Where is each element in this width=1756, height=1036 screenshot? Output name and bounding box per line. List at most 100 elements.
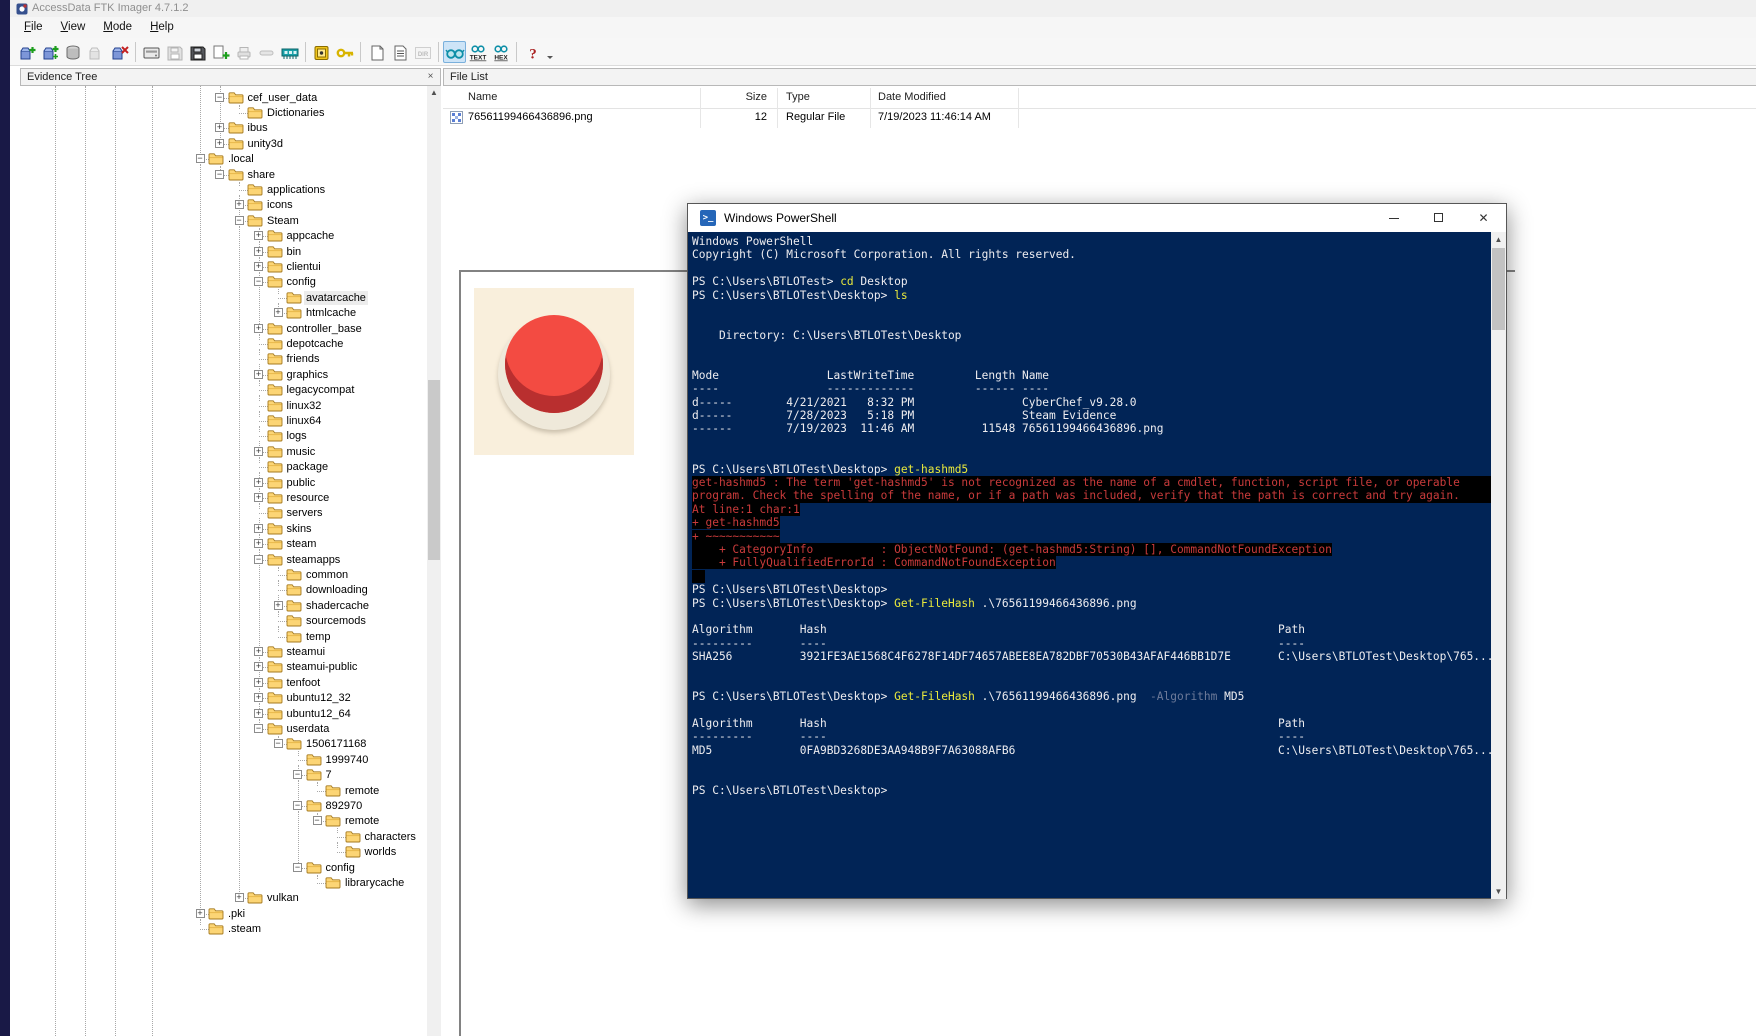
toolbar-button-create-disk-image[interactable] — [140, 41, 163, 63]
toolbar-button-auto-mode[interactable] — [443, 41, 466, 63]
tree-item-label[interactable]: ibus — [246, 121, 270, 135]
tree-item-label[interactable]: 1999740 — [324, 753, 371, 767]
collapse-icon[interactable]: − — [273, 739, 283, 749]
column-header-date-modified[interactable]: Date Modified — [878, 91, 946, 103]
toolbar-button-properties[interactable] — [388, 41, 411, 63]
terminal[interactable]: Windows PowerShell Copyright (C) Microsof… — [688, 232, 1491, 899]
scroll-down-button[interactable]: ▼ — [1491, 884, 1506, 899]
tree-item-label[interactable]: ubuntu12_32 — [285, 691, 353, 705]
tree-item-label[interactable]: config — [285, 275, 318, 289]
tree-item-label[interactable]: temp — [304, 630, 332, 644]
tree-item-label[interactable]: avatarcache — [304, 290, 368, 305]
toolbar-button-image-mounting[interactable] — [62, 41, 85, 63]
expand-icon[interactable]: + — [254, 446, 263, 456]
toolbar-button-capture-memory[interactable] — [278, 41, 301, 63]
expand-icon[interactable]: + — [234, 200, 244, 210]
close-panel-button[interactable]: × — [424, 70, 437, 83]
tree-item-label[interactable]: friends — [285, 352, 322, 366]
menu-item-file[interactable]: File — [15, 18, 52, 39]
toolbar-button-export-disk-image[interactable] — [186, 41, 209, 63]
tree-item-label[interactable]: public — [285, 476, 318, 490]
menu-item-mode[interactable]: Mode — [94, 18, 141, 39]
tree-item-label[interactable]: package — [285, 460, 331, 474]
tree-item-label[interactable]: icons — [265, 198, 295, 212]
expand-icon[interactable]: + — [215, 123, 224, 133]
toolbar-button-detect-encryption[interactable] — [333, 41, 356, 63]
toolbar-button-add-to-custom-content-image[interactable] — [209, 41, 232, 63]
tree-item-label[interactable]: music — [285, 445, 318, 459]
expand-icon[interactable]: + — [195, 908, 205, 918]
tree-item-label[interactable]: controller_base — [285, 322, 364, 336]
minimize-button[interactable] — [1371, 204, 1416, 232]
tree-item-label[interactable]: downloading — [304, 583, 370, 597]
tree-item-label[interactable]: depotcache — [285, 337, 346, 351]
evidence-tree-scrollbar[interactable]: ▲ — [427, 86, 441, 1036]
scroll-up-button[interactable]: ▲ — [427, 86, 441, 100]
collapse-icon[interactable]: − — [254, 554, 263, 564]
tree-item-label[interactable]: .steam — [226, 922, 263, 936]
scrollbar-thumb[interactable] — [1492, 248, 1505, 330]
tree-item-label[interactable]: appcache — [285, 229, 337, 243]
collapse-icon[interactable]: − — [293, 770, 302, 780]
close-button[interactable]: ✕ — [1461, 204, 1506, 232]
toolbar-button-remove-evidence-item[interactable] — [108, 41, 131, 63]
expand-icon[interactable]: + — [254, 523, 263, 533]
expand-icon[interactable]: + — [254, 477, 263, 487]
tree-item-label[interactable]: sourcemods — [304, 614, 368, 628]
tree-item-label[interactable]: config — [324, 861, 357, 875]
collapse-icon[interactable]: − — [293, 800, 302, 810]
collapse-icon[interactable]: − — [254, 723, 263, 733]
toolbar-button-text-mode[interactable]: TEXT — [466, 41, 489, 63]
ftk-title-bar[interactable]: AccessData FTK Imager 4.7.1.2 — [10, 0, 1756, 17]
toolbar-button-add-evidence-item[interactable] — [16, 41, 39, 63]
tree-item-label[interactable]: bin — [285, 245, 304, 259]
collapse-icon[interactable]: − — [215, 92, 224, 102]
menu-item-view[interactable]: View — [52, 18, 95, 39]
column-header-type[interactable]: Type — [786, 91, 810, 103]
tree-item-label[interactable]: steamapps — [285, 553, 343, 567]
tree-item-label[interactable]: tenfoot — [285, 676, 323, 690]
toolbar-overflow-arrow[interactable] — [544, 41, 567, 63]
ps-title-bar[interactable]: >_ Windows PowerShell ✕ — [688, 204, 1506, 232]
expand-icon[interactable]: + — [254, 246, 263, 256]
tree-item-label[interactable]: userdata — [285, 722, 332, 736]
file-list-row[interactable]: 76561199466436896.png 12 Regular File 7/19/… — [443, 110, 1756, 127]
tree-item-label[interactable]: shadercache — [304, 599, 371, 613]
tree-item-label[interactable]: Dictionaries — [265, 106, 326, 120]
tree-item-label[interactable]: applications — [265, 183, 327, 197]
tree-item-label[interactable]: 7 — [324, 768, 334, 782]
toolbar-button-hex-mode[interactable]: HEX — [489, 41, 512, 63]
maximize-button[interactable] — [1416, 204, 1461, 232]
toolbar-button-help[interactable]: ? — [521, 41, 544, 63]
tree-item-label[interactable]: .local — [226, 152, 256, 166]
collapse-icon[interactable]: − — [293, 862, 302, 872]
terminal-scrollbar[interactable]: ▲ ▼ — [1491, 232, 1506, 899]
expand-icon[interactable]: + — [254, 677, 263, 687]
tree-item-label[interactable]: steamui — [285, 645, 328, 659]
column-header-name[interactable]: Name — [468, 91, 497, 103]
collapse-icon[interactable]: − — [215, 169, 224, 179]
collapse-icon[interactable]: − — [234, 215, 244, 225]
expand-icon[interactable]: + — [254, 662, 263, 672]
column-header-size[interactable]: Size — [746, 91, 767, 103]
expand-icon[interactable]: + — [254, 231, 263, 241]
expand-icon[interactable]: + — [254, 708, 263, 718]
tree-item-label[interactable]: clientui — [285, 260, 323, 274]
collapse-icon[interactable]: − — [312, 816, 322, 826]
tree-item-label[interactable]: unity3d — [246, 137, 285, 151]
tree-item-label[interactable]: 1506171168 — [304, 737, 368, 751]
tree-item-label[interactable]: Steam — [265, 214, 301, 228]
expand-icon[interactable]: + — [273, 600, 283, 610]
tree-item-label[interactable]: librarycache — [343, 876, 406, 890]
expand-icon[interactable]: + — [254, 323, 263, 333]
tree-item-label[interactable]: resource — [285, 491, 332, 505]
tree-item-label[interactable]: remote — [343, 814, 381, 828]
tree-item-label[interactable]: cef_user_data — [246, 91, 320, 105]
tree-item-label[interactable]: steam — [285, 537, 319, 551]
expand-icon[interactable]: + — [254, 646, 263, 656]
expand-icon[interactable]: + — [234, 893, 244, 903]
collapse-icon[interactable]: − — [195, 154, 205, 164]
tree-item-label[interactable]: ubuntu12_64 — [285, 707, 353, 721]
scrollbar-thumb[interactable] — [428, 380, 440, 560]
tree-item-label[interactable]: .pki — [226, 907, 247, 921]
